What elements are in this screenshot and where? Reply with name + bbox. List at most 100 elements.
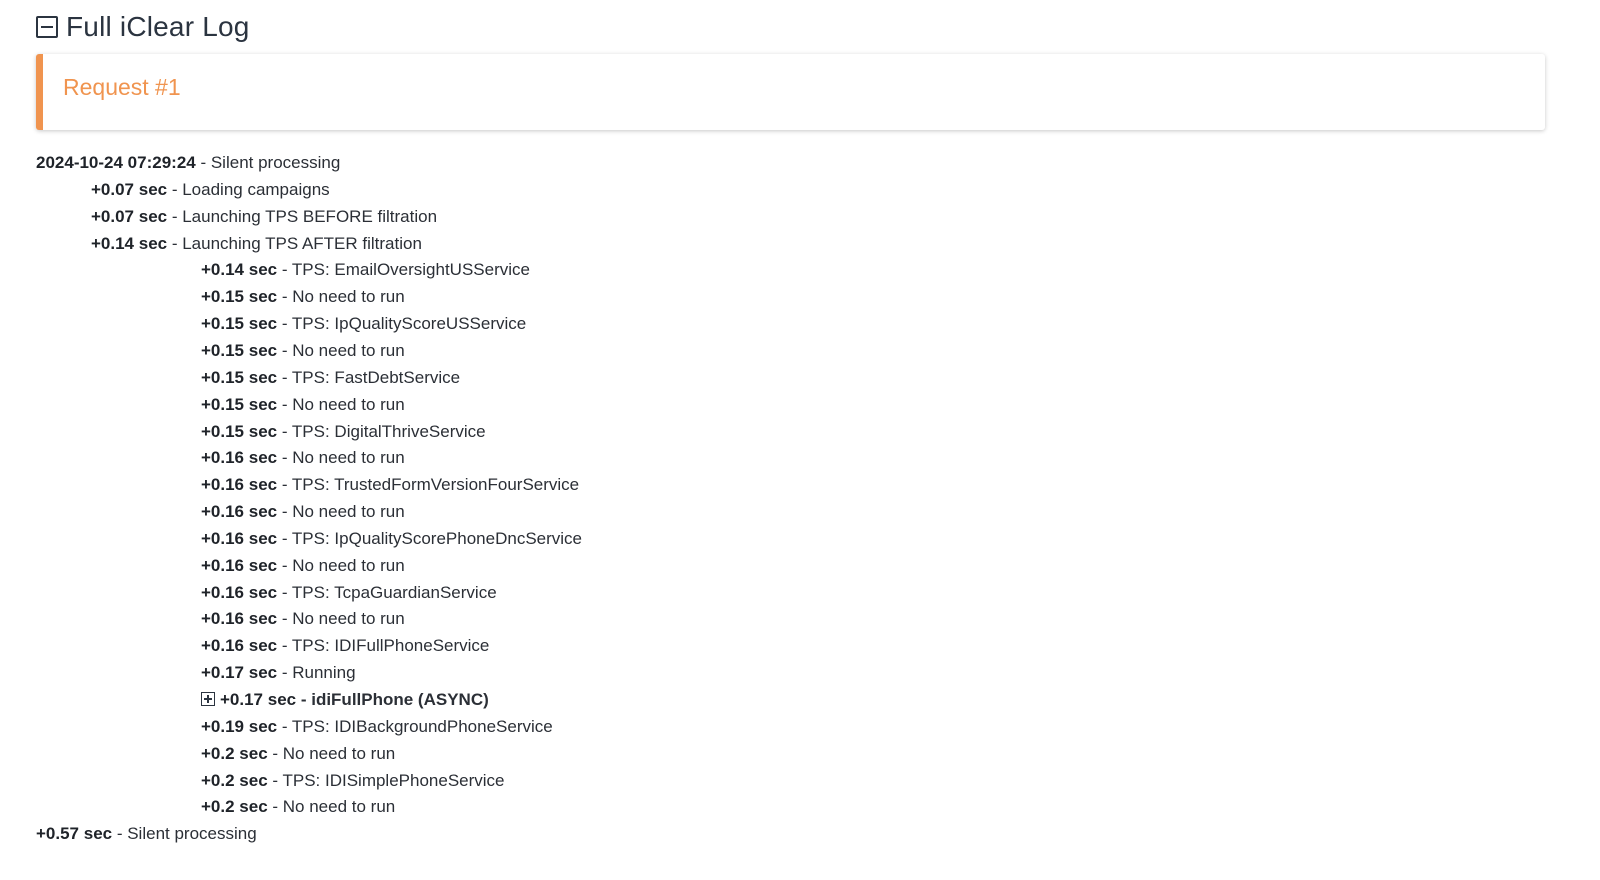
log-message: TPS: IpQualityScorePhoneDncService — [291, 528, 583, 548]
log-entry: +0.15 sec - TPS: FastDebtService — [201, 365, 460, 391]
log-timestamp: +0.07 sec — [91, 206, 168, 226]
log-timestamp: +0.17 sec — [201, 663, 278, 683]
log-header: Full iClear Log — [36, 8, 250, 46]
request-card: Request #1 — [36, 54, 1545, 130]
log-message: TPS: DigitalThriveService — [291, 421, 486, 441]
log-message: Launching TPS AFTER filtration — [182, 233, 422, 253]
log-separator: - — [277, 716, 292, 736]
log-separator: - — [277, 314, 292, 334]
log-separator: - — [267, 743, 283, 763]
log-entry: +0.07 sec - Launching TPS BEFORE filtrat… — [91, 204, 437, 230]
log-entry: +0.16 sec - No need to run — [201, 499, 405, 525]
log-entry: +0.15 sec - No need to run — [201, 284, 405, 310]
log-separator: - — [167, 179, 183, 199]
log-timestamp: +0.14 sec — [201, 260, 278, 280]
log-message: TPS: TrustedFormVersionFourService — [291, 475, 580, 495]
log-message: No need to run — [282, 797, 396, 817]
log-separator: - — [296, 690, 312, 709]
log-message: Silent processing — [210, 153, 341, 172]
log-entry: +0.57 sec - Silent processing — [36, 821, 257, 847]
log-timestamp: +0.19 sec — [201, 716, 278, 736]
log-message: No need to run — [292, 555, 405, 575]
log-entry: +0.16 sec - TPS: IDIFullPhoneService — [201, 633, 489, 659]
log-entry: +0.16 sec - TPS: TrustedFormVersionFourS… — [201, 472, 579, 498]
log-message: No need to run — [292, 609, 405, 629]
log-separator: - — [277, 636, 292, 656]
log-entry: +0.15 sec - No need to run — [201, 338, 405, 364]
log-separator: - — [277, 502, 293, 522]
log-separator: - — [277, 367, 292, 387]
log-timestamp: 2024-10-24 07:29:24 — [36, 153, 196, 172]
collapse-minus-icon[interactable] — [36, 16, 58, 38]
log-separator: - — [277, 475, 292, 495]
log-entry: +0.07 sec - Loading campaigns — [91, 177, 330, 203]
log-message: TPS: EmailOversightUSService — [291, 260, 530, 280]
log-message: TPS: FastDebtService — [291, 367, 461, 387]
log-separator: - — [277, 394, 293, 414]
log-message: TPS: IDIFullPhoneService — [291, 636, 490, 656]
log-separator: - — [112, 824, 128, 844]
log-timestamp: +0.2 sec — [201, 797, 268, 817]
log-entry: +0.16 sec - TPS: TcpaGuardianService — [201, 580, 497, 606]
request-title: Request #1 — [63, 74, 181, 100]
log-entry: +0.19 sec - TPS: IDIBackgroundPhoneServi… — [201, 714, 553, 740]
log-entry: +0.2 sec - No need to run — [201, 741, 395, 767]
log-separator: - — [277, 260, 292, 280]
log-separator: - — [277, 663, 293, 683]
log-entry: +0.2 sec - No need to run — [201, 794, 395, 820]
log-timestamp: +0.15 sec — [201, 287, 278, 307]
log-separator: - — [277, 287, 293, 307]
log-page: Full iClear Log Request #1 2024-10-24 07… — [0, 0, 1600, 880]
log-entry: +0.16 sec - TPS: IpQualityScorePhoneDncS… — [201, 526, 582, 552]
log-timestamp: +0.2 sec — [201, 743, 268, 763]
log-message: No need to run — [292, 502, 405, 522]
log-separator: - — [277, 609, 293, 629]
log-message: No need to run — [292, 340, 405, 360]
log-entry: +0.17 sec - Running — [201, 660, 356, 686]
log-message: TPS: IpQualityScoreUSService — [291, 314, 527, 334]
log-separator: - — [277, 421, 292, 441]
log-entry: +0.14 sec - TPS: EmailOversightUSService — [201, 257, 530, 283]
log-message: TPS: IDIBackgroundPhoneService — [291, 716, 553, 736]
log-message: Loading campaigns — [182, 179, 330, 199]
log-message: No need to run — [292, 394, 405, 414]
log-message: TPS: TcpaGuardianService — [291, 582, 497, 602]
log-timestamp: +0.16 sec — [201, 582, 278, 602]
log-entry: +0.16 sec - No need to run — [201, 606, 405, 632]
log-timestamp: +0.16 sec — [201, 475, 278, 495]
log-entry: +0.15 sec - TPS: IpQualityScoreUSService — [201, 311, 526, 337]
log-timestamp: +0.16 sec — [201, 555, 278, 575]
page-title: Full iClear Log — [66, 11, 250, 42]
log-message: No need to run — [292, 448, 405, 468]
log-timestamp: +0.15 sec — [201, 340, 278, 360]
log-separator: - — [277, 555, 293, 575]
log-entry: +0.15 sec - No need to run — [201, 392, 405, 418]
log-timestamp: +0.16 sec — [201, 502, 278, 522]
log-timestamp: +0.15 sec — [201, 314, 278, 334]
log-message: idiFullPhone (ASYNC) — [311, 690, 489, 709]
log-timestamp: +0.2 sec — [201, 770, 268, 790]
expand-plus-icon[interactable] — [201, 692, 215, 706]
log-timestamp: +0.15 sec — [201, 367, 278, 387]
log-separator: - — [167, 206, 183, 226]
log-entry-expandable[interactable]: +0.17 sec - idiFullPhone (ASYNC) — [201, 687, 489, 713]
log-separator: - — [267, 770, 283, 790]
log-entry: +0.16 sec - No need to run — [201, 445, 405, 471]
log-entry: +0.2 sec - TPS: IDISimplePhoneService — [201, 768, 505, 794]
log-separator: - — [277, 528, 292, 548]
log-message: No need to run — [292, 287, 405, 307]
log-message: Silent processing — [127, 824, 257, 844]
log-separator: - — [277, 340, 293, 360]
log-separator: - — [267, 797, 283, 817]
log-timestamp: +0.07 sec — [91, 179, 168, 199]
log-message: Running — [292, 663, 356, 683]
log-timestamp: +0.14 sec — [91, 233, 168, 253]
log-entry: 2024-10-24 07:29:24 - Silent processing — [36, 150, 340, 176]
log-entry: +0.16 sec - No need to run — [201, 553, 405, 579]
log-timestamp: +0.57 sec — [36, 824, 113, 844]
log-timestamp: +0.16 sec — [201, 636, 278, 656]
log-message: TPS: IDISimplePhoneService — [282, 770, 505, 790]
log-entry: +0.14 sec - Launching TPS AFTER filtrati… — [91, 231, 422, 257]
log-separator: - — [277, 582, 292, 602]
log-timestamp: +0.16 sec — [201, 528, 278, 548]
